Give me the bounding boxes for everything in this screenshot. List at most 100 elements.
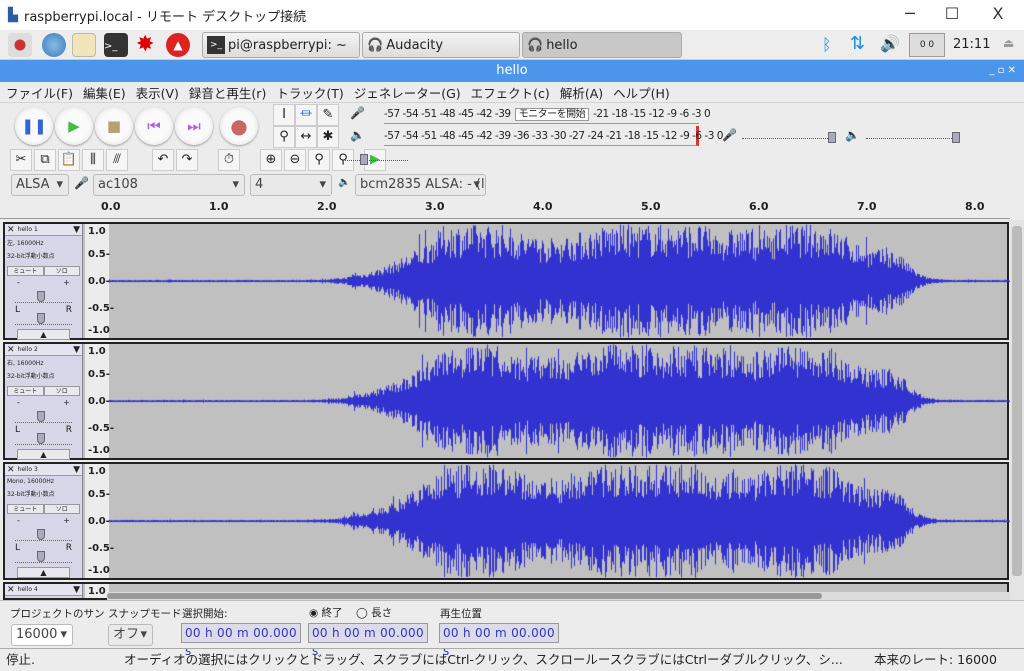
app-window-controls[interactable]: _ ▫ ✕	[989, 60, 1016, 82]
timeshift-tool-icon[interactable]: ↔	[295, 126, 317, 148]
task-hello[interactable]: 🎧 hello	[522, 32, 682, 58]
menu-effect[interactable]: エフェクト(c)	[471, 83, 550, 102]
record-meter[interactable]: -57 -54 -51 -48 -45 -42 -39 モニターを開始 -21 -1…	[384, 104, 711, 124]
pan-slider[interactable]	[15, 309, 72, 325]
gain-slider[interactable]	[15, 407, 72, 423]
close-track-icon[interactable]: ✕	[7, 585, 15, 595]
copy-icon[interactable]: ⧉	[34, 149, 56, 171]
stop-button[interactable]: ■	[95, 107, 133, 145]
mathematica-icon[interactable]: ✸	[136, 33, 160, 57]
menu-tracks[interactable]: トラック(T)	[276, 83, 343, 102]
vertical-scale[interactable]: 1.0	[85, 584, 109, 598]
channels-dropdown[interactable]: 4	[250, 174, 332, 196]
multi-tool-icon[interactable]: ✱	[317, 126, 339, 148]
trim-icon[interactable]: ⫼	[82, 149, 104, 171]
collapse-track-button[interactable]: ▲	[17, 567, 70, 578]
record-button[interactable]: ●	[220, 107, 258, 145]
track-name-menu[interactable]: hello 4	[18, 586, 38, 593]
fit-selection-icon[interactable]: ⚲	[308, 149, 330, 171]
play-button[interactable]: ▶	[55, 107, 93, 145]
task-terminal[interactable]: >_ pi@raspberrypi: ~	[202, 32, 360, 58]
zoom-tool-icon[interactable]: ⚲	[273, 126, 295, 148]
audio-host-dropdown[interactable]: ALSA	[11, 174, 69, 196]
input-device-dropdown[interactable]: ac108	[93, 174, 245, 196]
close-button[interactable]: X	[978, 4, 1018, 23]
speaker-meter-icon[interactable]: 🔈	[350, 128, 365, 142]
solo-button[interactable]: ソロ	[43, 504, 80, 514]
track-menu-dropdown-icon[interactable]: ▼	[73, 465, 80, 475]
silence-icon[interactable]: ⫻	[106, 149, 128, 171]
menu-transport[interactable]: 録音と再生(r)	[189, 83, 266, 102]
selection-tool-icon[interactable]: I	[273, 104, 295, 126]
zoom-in-icon[interactable]: ⊕	[260, 149, 282, 171]
menu-view[interactable]: 表示(V)	[136, 83, 179, 102]
close-track-icon[interactable]: ✕	[7, 465, 15, 475]
project-rate-dropdown[interactable]: 16000	[11, 624, 73, 646]
solo-button[interactable]: ソロ	[43, 266, 80, 276]
input-volume-slider[interactable]	[742, 132, 836, 143]
waveform[interactable]	[109, 464, 1011, 578]
track-menu-dropdown-icon[interactable]: ▼	[73, 585, 80, 595]
audio-track[interactable]: ✕ hello 1 ▼ 左, 16000Hz 32-bit浮動小数点 ミュート ソロ -…	[3, 222, 1011, 340]
task-audacity[interactable]: 🎧 Audacity	[362, 32, 520, 58]
paste-icon[interactable]: 📋	[58, 149, 80, 171]
vertical-scale[interactable]: 1.0 0.5- 0.0- -0.5- -1.0	[85, 344, 114, 458]
cut-icon[interactable]: ✂	[10, 149, 32, 171]
audio-track[interactable]: ✕ hello 2 ▼ 右, 16000Hz 32-bit浮動小数点 ミュート ソロ -…	[3, 342, 1011, 460]
collapse-track-button[interactable]: ▲	[17, 329, 70, 340]
gain-slider[interactable]	[15, 525, 72, 541]
audio-position-field[interactable]: 00 h 00 m 00.000 s	[439, 623, 559, 658]
menu-edit[interactable]: 編集(E)	[83, 83, 126, 102]
timeline-ruler[interactable]: 0.0 1.0 2.0 3.0 4.0 5.0 6.0 7.0 8.0	[0, 197, 1010, 219]
end-radio[interactable]: ◉ 終了	[309, 605, 343, 620]
raspberry-menu-icon[interactable]	[8, 33, 32, 57]
playback-meter[interactable]: -57 -54 -51 -48 -45 -42 -39 -36 -33 -30 …	[384, 126, 723, 146]
zoom-out-icon[interactable]: ⊖	[284, 149, 306, 171]
output-volume-slider[interactable]	[866, 132, 960, 143]
menu-file[interactable]: ファイル(F)	[6, 83, 73, 102]
menu-analyze[interactable]: 解析(A)	[560, 83, 603, 102]
minimize-button[interactable]: ─	[890, 4, 930, 23]
gain-slider[interactable]	[15, 287, 72, 303]
collapse-track-button[interactable]: ▲	[17, 449, 70, 460]
close-track-icon[interactable]: ✕	[7, 345, 15, 355]
pause-button[interactable]: ❚❚	[15, 107, 53, 145]
close-track-icon[interactable]: ✕	[7, 225, 15, 235]
track-menu-dropdown-icon[interactable]: ▼	[73, 345, 80, 355]
envelope-tool-icon[interactable]: ⏛	[295, 104, 317, 126]
solo-button[interactable]: ソロ	[43, 386, 80, 396]
draw-tool-icon[interactable]: ✎	[317, 104, 339, 126]
wolfram-icon[interactable]: ▲	[166, 33, 190, 57]
pan-slider[interactable]	[15, 429, 72, 445]
menu-generate[interactable]: ジェネレーター(G)	[354, 83, 461, 102]
pan-slider[interactable]	[15, 547, 72, 563]
undo-icon[interactable]: ↶	[152, 149, 174, 171]
track-menu-dropdown-icon[interactable]: ▼	[73, 225, 80, 235]
output-device-dropdown[interactable]: bcm2835 ALSA: - (l	[355, 174, 486, 196]
menu-help[interactable]: ヘルプ(H)	[613, 83, 670, 102]
waveform[interactable]	[109, 224, 1011, 338]
mute-button[interactable]: ミュート	[7, 386, 44, 396]
sync-lock-icon[interactable]: ⏱	[218, 149, 240, 171]
vertical-scale[interactable]: 1.0 0.5- 0.0- -0.5- -1.0	[85, 464, 114, 578]
eject-icon[interactable]: ⏏	[1003, 36, 1014, 50]
track-name-menu[interactable]: hello 1	[18, 226, 38, 233]
audio-track[interactable]: ✕ hello 3 ▼ Mono, 16000Hz 32-bit浮動小数点 ミュートソ…	[3, 462, 1011, 580]
monitor-button[interactable]: モニターを開始	[514, 108, 590, 121]
maximize-button[interactable]: ☐	[932, 4, 972, 23]
skip-start-button[interactable]: ⏮	[135, 107, 173, 145]
vertical-scrollbar[interactable]	[1010, 220, 1024, 600]
horizontal-scrollbar[interactable]	[107, 592, 1010, 600]
browser-icon[interactable]	[42, 33, 66, 57]
skip-end-button[interactable]: ⏭	[175, 107, 213, 145]
mute-button[interactable]: ミュート	[7, 266, 44, 276]
play-speed-slider[interactable]	[342, 154, 408, 165]
vertical-scale[interactable]: 1.0 0.5- 0.0- -0.5- -1.0	[85, 224, 114, 338]
redo-icon[interactable]: ↷	[176, 149, 198, 171]
volume-icon[interactable]: 🔊	[880, 34, 900, 53]
track-name-menu[interactable]: hello 2	[18, 346, 38, 353]
network-icon[interactable]: ⇅	[850, 33, 865, 54]
selection-start-field[interactable]: 00 h 00 m 00.000 s	[181, 623, 301, 658]
mute-button[interactable]: ミュート	[7, 504, 44, 514]
length-radio[interactable]: ◯ 長さ	[356, 605, 392, 620]
